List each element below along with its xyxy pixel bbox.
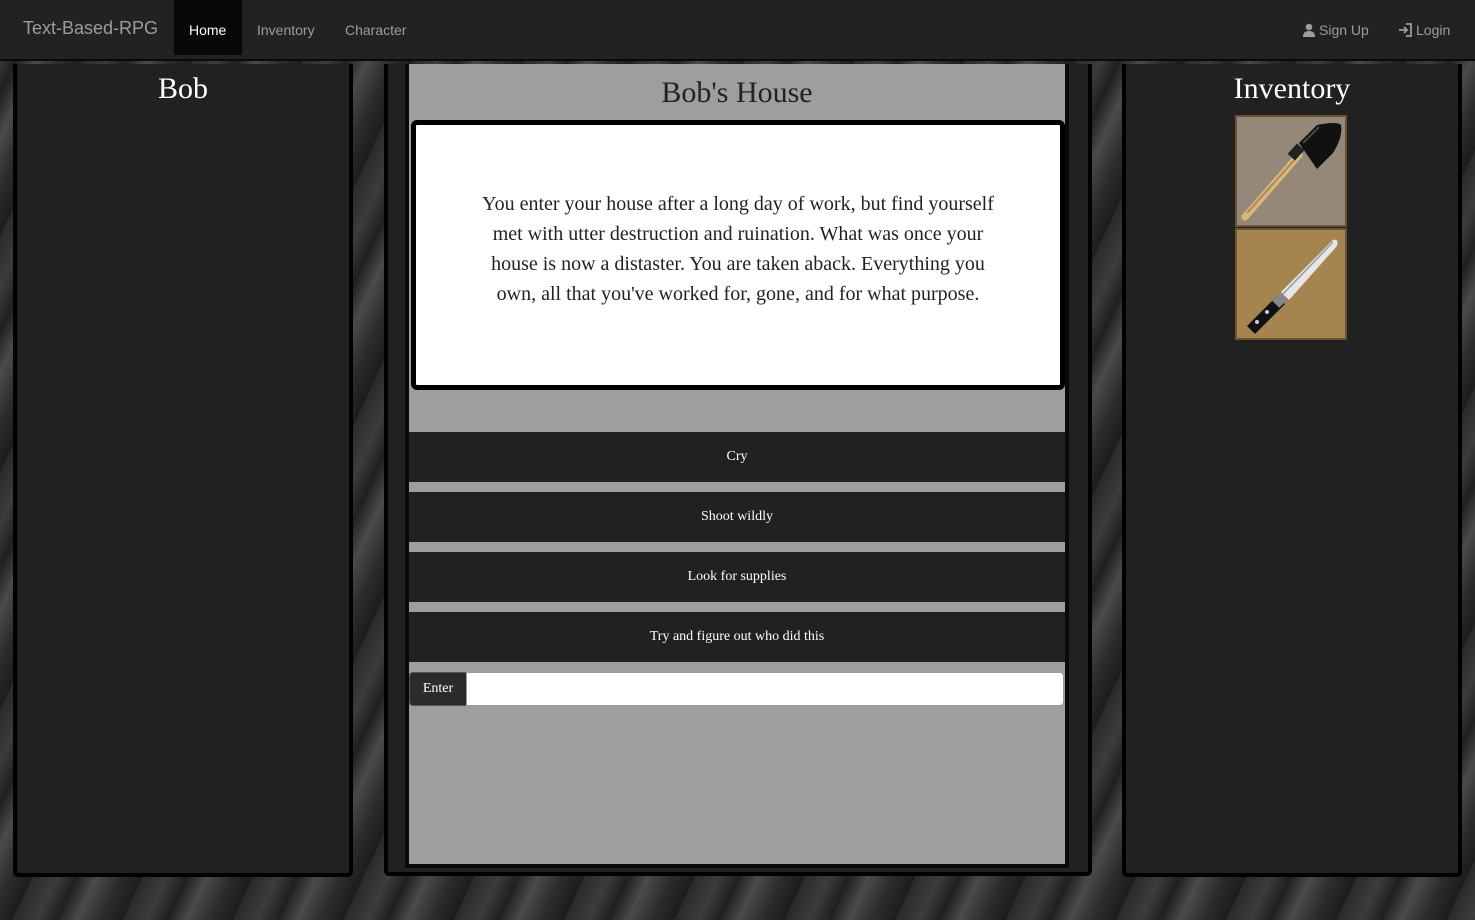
user-icon xyxy=(1303,23,1315,37)
navbar: Text-Based-RPG Home Inventory Character … xyxy=(0,0,1475,61)
signup-label: Sign Up xyxy=(1319,22,1369,38)
story-text: You enter your house after a long day of… xyxy=(482,193,994,305)
choice-button-investigate[interactable]: Try and figure out who did this xyxy=(409,612,1065,662)
shovel-icon xyxy=(1241,123,1342,221)
signup-link[interactable]: Sign Up xyxy=(1302,0,1369,60)
inventory-panel: Inventory xyxy=(1122,64,1462,877)
knife-icon xyxy=(1247,239,1338,334)
inventory-item-shovel[interactable] xyxy=(1235,115,1347,227)
inventory-item-knife[interactable] xyxy=(1235,228,1347,340)
story-box: You enter your house after a long day of… xyxy=(411,120,1065,390)
game-area: Bob's House You enter your house after a… xyxy=(405,64,1069,868)
choice-button-cry[interactable]: Cry xyxy=(409,432,1065,482)
choice-button-supplies[interactable]: Look for supplies xyxy=(409,552,1065,602)
nav-inventory[interactable]: Inventory xyxy=(242,0,330,55)
login-label: Login xyxy=(1416,22,1451,38)
inventory-title: Inventory xyxy=(1233,72,1351,105)
character-panel: Bob xyxy=(13,64,353,877)
enter-button[interactable]: Enter xyxy=(409,672,466,706)
nav-home[interactable]: Home xyxy=(174,0,242,55)
brand-link[interactable]: Text-Based-RPG xyxy=(23,18,158,39)
choice-button-shoot[interactable]: Shoot wildly xyxy=(409,492,1065,542)
location-title: Bob's House xyxy=(661,76,813,109)
command-input[interactable] xyxy=(466,672,1064,706)
login-link[interactable]: Login xyxy=(1398,0,1450,60)
command-row: Enter xyxy=(409,672,1064,706)
character-name: Bob xyxy=(157,72,208,105)
login-icon xyxy=(1399,23,1412,37)
nav-character[interactable]: Character xyxy=(330,0,421,55)
